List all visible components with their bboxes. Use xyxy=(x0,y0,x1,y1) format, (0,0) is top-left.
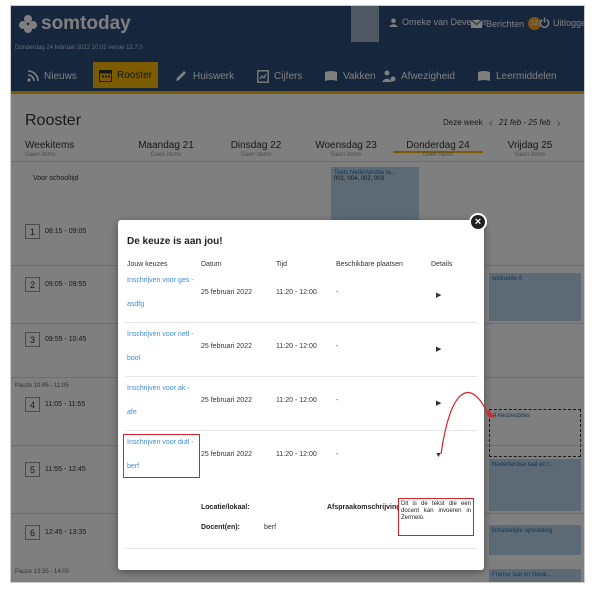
annotation-arrow xyxy=(440,392,495,455)
app-window: somtoday Omeke van Deventer Berichten 12… xyxy=(10,5,585,583)
